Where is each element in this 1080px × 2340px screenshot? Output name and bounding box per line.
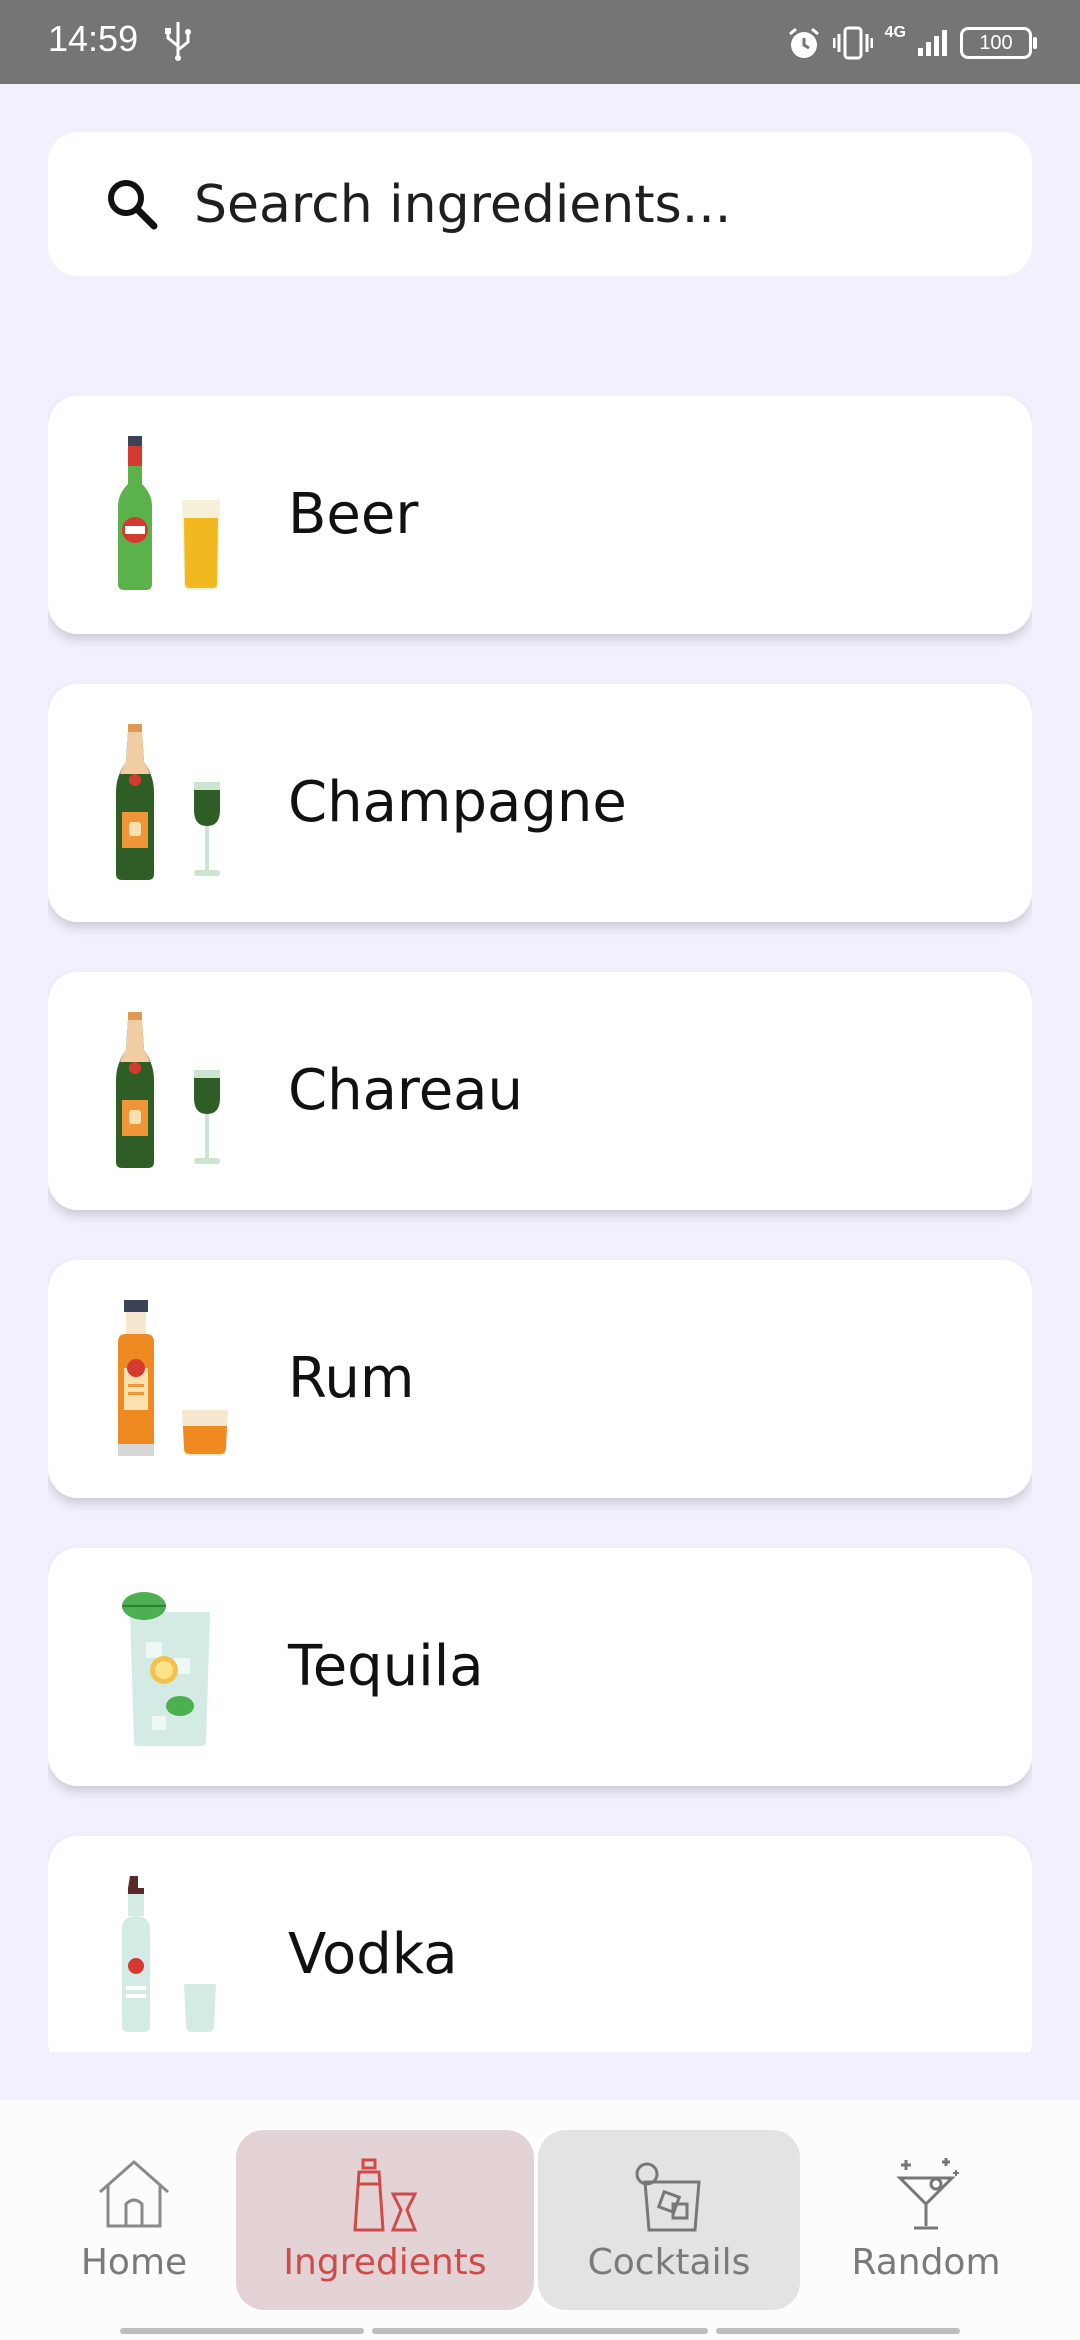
list-item-vodka[interactable]: Vodka xyxy=(48,1836,1032,2052)
vodka-bottle-glass-icon xyxy=(122,1876,216,2032)
nav-random-label: Random xyxy=(851,2242,1001,2283)
cocktail-glass-icon xyxy=(635,2162,701,2232)
ingredient-label: Beer xyxy=(288,482,419,547)
beer-bottle-glass-icon xyxy=(118,436,220,590)
battery-icon: 100 xyxy=(960,27,1037,59)
chareau-bottle-glass-icon xyxy=(116,1012,220,1168)
tequila-glass-icon xyxy=(122,1592,210,1746)
status-icons: 4G 100 xyxy=(787,22,1037,64)
rum-bottle-glass-icon xyxy=(118,1300,228,1456)
ingredient-label: Rum xyxy=(288,1346,415,1411)
search-input[interactable] xyxy=(192,172,996,238)
nav-cocktails[interactable]: Cocktails xyxy=(538,2130,800,2310)
ingredient-list: Beer Champagne Chareau Rum Tequila Vodka xyxy=(48,396,1032,2052)
search-bar[interactable] xyxy=(48,132,1032,276)
vibrate-icon xyxy=(832,26,873,60)
ingredient-label: Tequila xyxy=(288,1634,484,1699)
list-item-rum[interactable]: Rum xyxy=(48,1260,1032,1498)
home-icon xyxy=(99,2159,169,2228)
signal-icon xyxy=(918,30,947,56)
nav-home[interactable]: Home xyxy=(60,2130,208,2310)
nav-ingredients-label: Ingredients xyxy=(283,2242,487,2283)
list-item-tequila[interactable]: Tequila xyxy=(48,1548,1032,1786)
alarm-icon xyxy=(788,27,819,58)
network-label: 4G xyxy=(884,24,906,41)
ingredient-label: Chareau xyxy=(288,1058,523,1123)
list-item-beer[interactable]: Beer xyxy=(48,396,1032,634)
status-bar: 14:59 4G 100 xyxy=(0,0,1080,84)
search-icon xyxy=(108,180,158,230)
nav-home-label: Home xyxy=(80,2242,188,2283)
nav-cocktails-label: Cocktails xyxy=(587,2242,751,2283)
gesture-bar-segment xyxy=(120,2328,364,2334)
gesture-bar-segment xyxy=(372,2328,708,2334)
ingredient-label: Vodka xyxy=(288,1922,458,1987)
martini-sparkle-icon xyxy=(896,2158,959,2230)
list-item-champagne[interactable]: Champagne xyxy=(48,684,1032,922)
gesture-bar-segment xyxy=(716,2328,960,2334)
battery-level: 100 xyxy=(979,31,1013,54)
bottom-navigation: Home Ingredients Cocktails Random xyxy=(0,2100,1080,2340)
ingredient-label: Champagne xyxy=(288,770,627,835)
status-time: 14:59 xyxy=(48,18,139,59)
nav-ingredients[interactable]: Ingredients xyxy=(236,2130,534,2310)
list-item-chareau[interactable]: Chareau xyxy=(48,972,1032,1210)
champagne-bottle-glass-icon xyxy=(116,724,220,880)
shaker-jigger-icon xyxy=(353,2158,418,2232)
nav-random[interactable]: Random xyxy=(838,2130,1014,2310)
usb-icon xyxy=(165,22,191,61)
